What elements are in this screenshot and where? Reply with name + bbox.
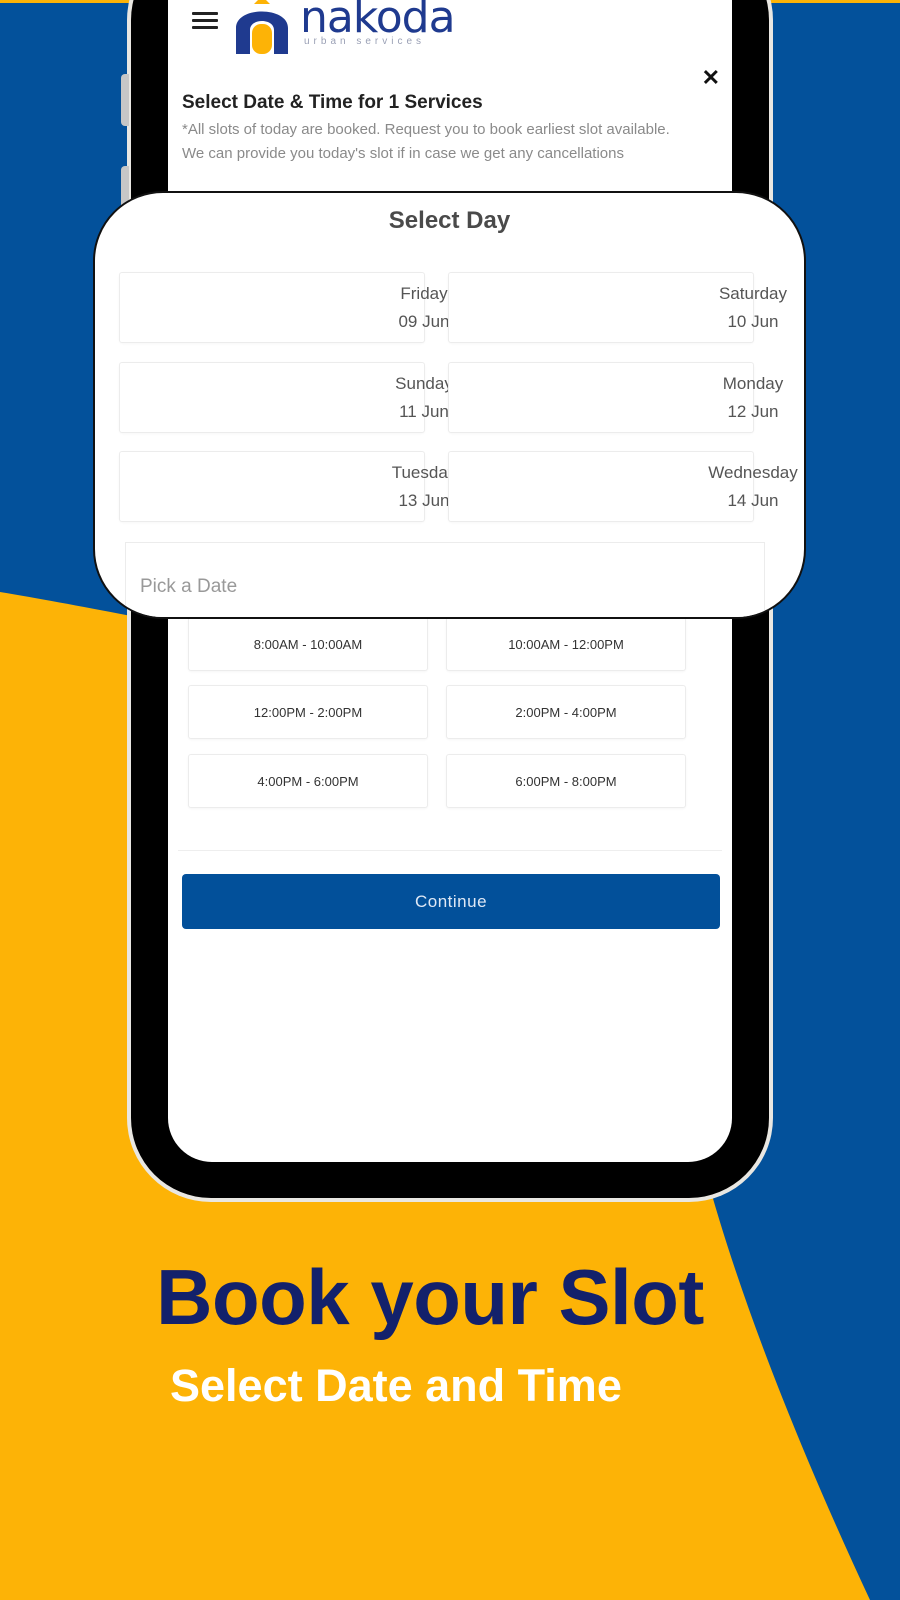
day-name: Saturday: [718, 284, 788, 303]
promo-headline: Book your Slot: [156, 1253, 704, 1341]
time-slot[interactable]: 12:00PM - 2:00PM: [188, 685, 428, 739]
select-day-card: Select Day Friday 09 Jun Saturday 10 Jun…: [93, 191, 806, 619]
day-option-sunday[interactable]: Sunday 11 Jun: [119, 362, 453, 433]
phone-volume-up-button: [121, 74, 129, 126]
time-slot[interactable]: 8:00AM - 10:00AM: [188, 617, 428, 671]
booking-notice: *All slots of today are booked. Request …: [182, 121, 670, 162]
divider: [178, 850, 722, 851]
pick-a-date-input[interactable]: [125, 542, 765, 617]
hamburger-icon[interactable]: [192, 12, 218, 32]
logo-mark-icon: [236, 0, 288, 54]
time-slot[interactable]: 10:00AM - 12:00PM: [446, 617, 686, 671]
app-header: nakoda urban services: [168, 0, 732, 60]
time-slot[interactable]: 4:00PM - 6:00PM: [188, 754, 428, 808]
continue-button[interactable]: Continue: [182, 874, 720, 929]
modal-title: Select Date & Time for 1 Services: [182, 92, 483, 113]
time-slot[interactable]: 2:00PM - 4:00PM: [446, 685, 686, 739]
day-date: 10 Jun: [727, 312, 779, 331]
logo-tagline: urban services: [304, 36, 426, 47]
day-date: 14 Jun: [727, 491, 779, 510]
day-option-saturday[interactable]: Saturday 10 Jun: [448, 272, 787, 343]
day-name: Monday: [722, 374, 784, 393]
day-option-wednesday[interactable]: Wednesday 14 Jun: [448, 451, 798, 522]
close-icon[interactable]: ✕: [702, 65, 720, 91]
day-option-tuesday[interactable]: Tuesday 13 Jun: [119, 451, 456, 522]
nakoda-logo: nakoda urban services: [230, 0, 460, 58]
day-option-monday[interactable]: Monday 12 Jun: [448, 362, 783, 433]
time-slot[interactable]: 6:00PM - 8:00PM: [446, 754, 686, 808]
select-day-title: Select Day: [388, 207, 511, 234]
day-option-friday[interactable]: Friday 09 Jun: [119, 272, 450, 343]
day-name: Wednesday: [708, 463, 798, 482]
promo-subheadline: Select Date and Time: [170, 1360, 622, 1411]
day-date: 12 Jun: [727, 402, 779, 421]
